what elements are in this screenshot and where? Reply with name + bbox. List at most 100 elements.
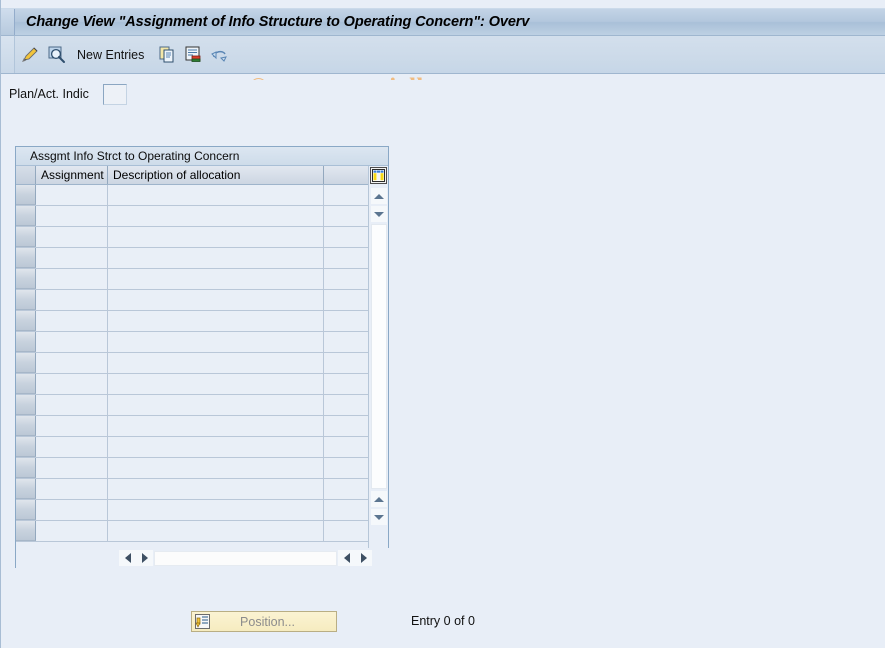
cell-assignment[interactable]: [36, 311, 108, 331]
cell-description[interactable]: [108, 227, 324, 247]
row-select-cell[interactable]: [16, 227, 36, 247]
cell-assignment[interactable]: [36, 248, 108, 268]
row-select-cell[interactable]: [16, 353, 36, 373]
row-select-cell[interactable]: [16, 332, 36, 352]
scroll-up-icon-bottom: [374, 496, 384, 502]
row-select-cell[interactable]: [16, 521, 36, 541]
copy-as-icon[interactable]: [156, 44, 178, 66]
table-row[interactable]: [16, 269, 388, 290]
scroll-right-icon: [141, 553, 148, 563]
cell-description[interactable]: [108, 290, 324, 310]
row-select-cell[interactable]: [16, 269, 36, 289]
scroll-up-icon: [374, 193, 384, 199]
cell-description[interactable]: [108, 521, 324, 541]
plan-act-indicator-input[interactable]: [102, 83, 127, 105]
cell-description[interactable]: [108, 353, 324, 373]
table-row[interactable]: [16, 311, 388, 332]
column-header-description[interactable]: Description of allocation: [108, 166, 324, 184]
cell-assignment[interactable]: [36, 206, 108, 226]
cell-description[interactable]: [108, 248, 324, 268]
cell-assignment[interactable]: [36, 500, 108, 520]
table-body: [16, 185, 388, 542]
scroll-page-right-button[interactable]: [338, 550, 355, 566]
row-select-cell[interactable]: [16, 395, 36, 415]
cell-assignment[interactable]: [36, 332, 108, 352]
scroll-down-icon-bottom: [374, 514, 384, 520]
cell-assignment[interactable]: [36, 437, 108, 457]
cell-assignment[interactable]: [36, 353, 108, 373]
row-select-cell[interactable]: [16, 458, 36, 478]
cell-description[interactable]: [108, 416, 324, 436]
vertical-scroll-track[interactable]: [371, 224, 387, 489]
table-row[interactable]: [16, 374, 388, 395]
scroll-top-button[interactable]: [371, 188, 387, 204]
cell-description[interactable]: [108, 395, 324, 415]
cell-assignment[interactable]: [36, 269, 108, 289]
scroll-right-button[interactable]: [355, 550, 372, 566]
delete-icon[interactable]: [182, 44, 204, 66]
scroll-down-icon: [374, 211, 384, 217]
cell-description[interactable]: [108, 185, 324, 205]
undo-icon[interactable]: [208, 44, 230, 66]
table-row[interactable]: [16, 500, 388, 521]
cell-description[interactable]: [108, 206, 324, 226]
cell-description[interactable]: [108, 479, 324, 499]
cell-assignment[interactable]: [36, 416, 108, 436]
horizontal-scroll-track[interactable]: [154, 550, 337, 566]
horizontal-scrollbar[interactable]: [16, 548, 390, 568]
cell-description[interactable]: [108, 500, 324, 520]
cell-assignment[interactable]: [36, 290, 108, 310]
row-select-cell[interactable]: [16, 500, 36, 520]
row-select-cell[interactable]: [16, 311, 36, 331]
column-header-assignment[interactable]: Assignment: [36, 166, 108, 184]
scroll-left-button[interactable]: [119, 550, 136, 566]
cell-assignment[interactable]: [36, 374, 108, 394]
cell-description[interactable]: [108, 458, 324, 478]
row-select-cell[interactable]: [16, 290, 36, 310]
cell-assignment[interactable]: [36, 458, 108, 478]
cell-description[interactable]: [108, 269, 324, 289]
table-row[interactable]: [16, 332, 388, 353]
row-select-cell[interactable]: [16, 437, 36, 457]
check-entries-icon[interactable]: [45, 44, 67, 66]
scroll-page-up-button[interactable]: [371, 206, 387, 222]
cell-assignment[interactable]: [36, 185, 108, 205]
scroll-bottom-button[interactable]: [371, 509, 387, 525]
row-select-cell[interactable]: [16, 374, 36, 394]
table-settings-icon[interactable]: [370, 167, 387, 184]
table-row[interactable]: [16, 416, 388, 437]
cell-description[interactable]: [108, 374, 324, 394]
cell-assignment[interactable]: [36, 521, 108, 541]
position-button[interactable]: Position...: [191, 611, 337, 632]
cell-description[interactable]: [108, 311, 324, 331]
cell-description[interactable]: [108, 437, 324, 457]
row-select-cell[interactable]: [16, 248, 36, 268]
table-row[interactable]: [16, 521, 388, 542]
vertical-scrollbar[interactable]: [368, 166, 388, 568]
select-all-cell[interactable]: [16, 166, 36, 184]
table-row[interactable]: [16, 458, 388, 479]
table-row[interactable]: [16, 206, 388, 227]
cell-assignment[interactable]: [36, 479, 108, 499]
row-select-cell[interactable]: [16, 185, 36, 205]
table-row[interactable]: [16, 227, 388, 248]
table-row[interactable]: [16, 185, 388, 206]
table-row[interactable]: [16, 395, 388, 416]
table-row[interactable]: [16, 479, 388, 500]
table-row[interactable]: [16, 353, 388, 374]
display-change-icon[interactable]: [19, 44, 41, 66]
assignment-table: Assgmt Info Strct to Operating Concern A…: [15, 146, 390, 568]
cell-assignment[interactable]: [36, 395, 108, 415]
row-select-cell[interactable]: [16, 479, 36, 499]
table-row[interactable]: [16, 290, 388, 311]
scroll-left-icon: [124, 553, 131, 563]
row-select-cell[interactable]: [16, 416, 36, 436]
new-entries-button[interactable]: New Entries: [77, 48, 144, 62]
scroll-page-down-button[interactable]: [371, 491, 387, 507]
table-row[interactable]: [16, 437, 388, 458]
row-select-cell[interactable]: [16, 206, 36, 226]
scroll-page-left-button[interactable]: [136, 550, 153, 566]
table-row[interactable]: [16, 248, 388, 269]
cell-assignment[interactable]: [36, 227, 108, 247]
cell-description[interactable]: [108, 332, 324, 352]
